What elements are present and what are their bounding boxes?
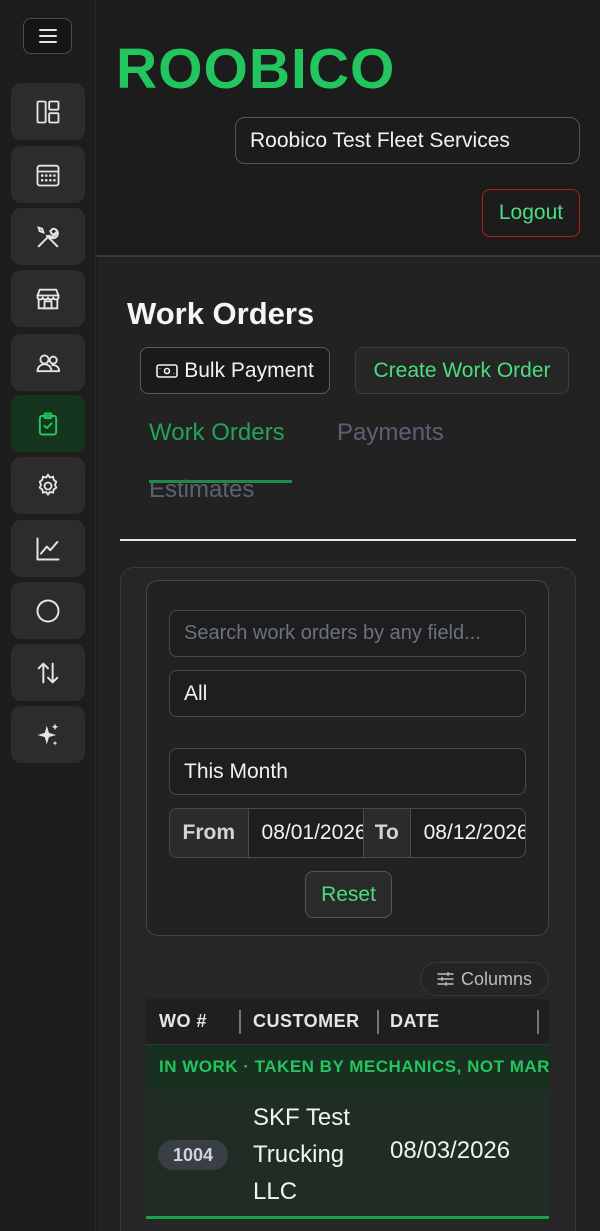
- hamburger-icon: [38, 29, 57, 43]
- sidebar-item-circle[interactable]: [11, 582, 85, 639]
- to-date-input[interactable]: 08/12/2026: [411, 809, 525, 857]
- date-range: From 08/01/2026 To 08/12/2026: [169, 808, 526, 858]
- customer-cell: SKF Test Trucking LLC: [253, 1104, 350, 1205]
- sidebar-item-dashboard[interactable]: [11, 83, 85, 140]
- menu-toggle-button[interactable]: [23, 18, 72, 54]
- search-field[interactable]: [169, 610, 526, 657]
- gear-icon: [38, 472, 58, 496]
- create-work-order-button[interactable]: Create Work Order: [355, 347, 569, 394]
- wo-number-badge: 1004: [158, 1140, 228, 1170]
- logout-button[interactable]: Logout: [482, 189, 580, 237]
- active-tab-indicator: [149, 480, 292, 483]
- status-group-header: IN WORK · TAKEN BY MECHANICS, NOT MARKED…: [146, 1045, 549, 1089]
- column-resize-handle[interactable]: [239, 1010, 241, 1034]
- columns-button[interactable]: Columns: [420, 962, 549, 996]
- column-header-customer[interactable]: CUSTOMER: [253, 1011, 360, 1032]
- organization-selector[interactable]: Roobico Test Fleet Services: [235, 117, 580, 164]
- date-cell: 08/03/2026: [390, 1137, 511, 1164]
- sidebar-item-reports[interactable]: [11, 520, 85, 577]
- from-label: From: [170, 809, 249, 857]
- tabs-divider: [120, 539, 576, 541]
- column-resize-handle[interactable]: [537, 1010, 539, 1034]
- status-select[interactable]: All: [169, 670, 526, 717]
- table-row[interactable]: 1004 SKF Test Trucking LLC 08/03/2026: [146, 1089, 549, 1219]
- line-chart-icon: [36, 537, 60, 560]
- sidebar-item-settings[interactable]: [11, 457, 85, 514]
- sidebar-item-ai[interactable]: [11, 706, 85, 763]
- sidebar-item-customers[interactable]: [11, 334, 85, 391]
- column-header-wo[interactable]: WO #: [159, 1011, 207, 1032]
- arrows-up-down-icon: [37, 662, 59, 683]
- from-date-input[interactable]: 08/01/2026: [249, 809, 363, 857]
- reset-button[interactable]: Reset: [305, 871, 392, 918]
- status-group-label: IN WORK · TAKEN BY MECHANICS, NOT MARKED…: [159, 1057, 549, 1076]
- sidebar-item-transfers[interactable]: [11, 644, 85, 701]
- wrench-screwdriver-icon: [37, 225, 59, 247]
- cash-icon: [156, 363, 179, 378]
- calendar-icon: [36, 164, 60, 186]
- column-resize-handle[interactable]: [377, 1010, 379, 1034]
- columns-label: Columns: [460, 968, 533, 989]
- sidebar-item-store[interactable]: [11, 270, 85, 327]
- circle-icon: [36, 599, 60, 622]
- column-header-date[interactable]: DATE: [390, 1011, 440, 1032]
- sliders-icon: [437, 972, 454, 986]
- page-title: Work Orders: [127, 296, 315, 331]
- period-select[interactable]: This Month: [169, 748, 526, 795]
- search-input[interactable]: [184, 622, 525, 645]
- sidebar-item-tools[interactable]: [11, 208, 85, 265]
- sidebar-item-calendar[interactable]: [11, 146, 85, 203]
- brand-logo-text: ROOBICO: [116, 37, 396, 101]
- clipboard-check-icon: [38, 412, 58, 435]
- bulk-payment-button[interactable]: Bulk Payment: [140, 347, 330, 394]
- table-header: WO # CUSTOMER DATE: [146, 999, 549, 1045]
- storefront-icon: [36, 288, 60, 309]
- sidebar-item-work-orders[interactable]: [11, 395, 85, 452]
- sparkles-icon: [37, 722, 59, 745]
- app-root: ROOBICO Roobico Test Fleet Services Logo…: [0, 0, 600, 1231]
- to-label: To: [362, 809, 411, 857]
- tab-payments[interactable]: Payments: [337, 419, 444, 447]
- layout-icon: [36, 100, 60, 123]
- sidebar: [0, 0, 96, 1231]
- tab-work-orders[interactable]: Work Orders: [149, 419, 285, 447]
- bulk-payment-label: Bulk Payment: [184, 358, 314, 382]
- users-icon: [36, 353, 61, 372]
